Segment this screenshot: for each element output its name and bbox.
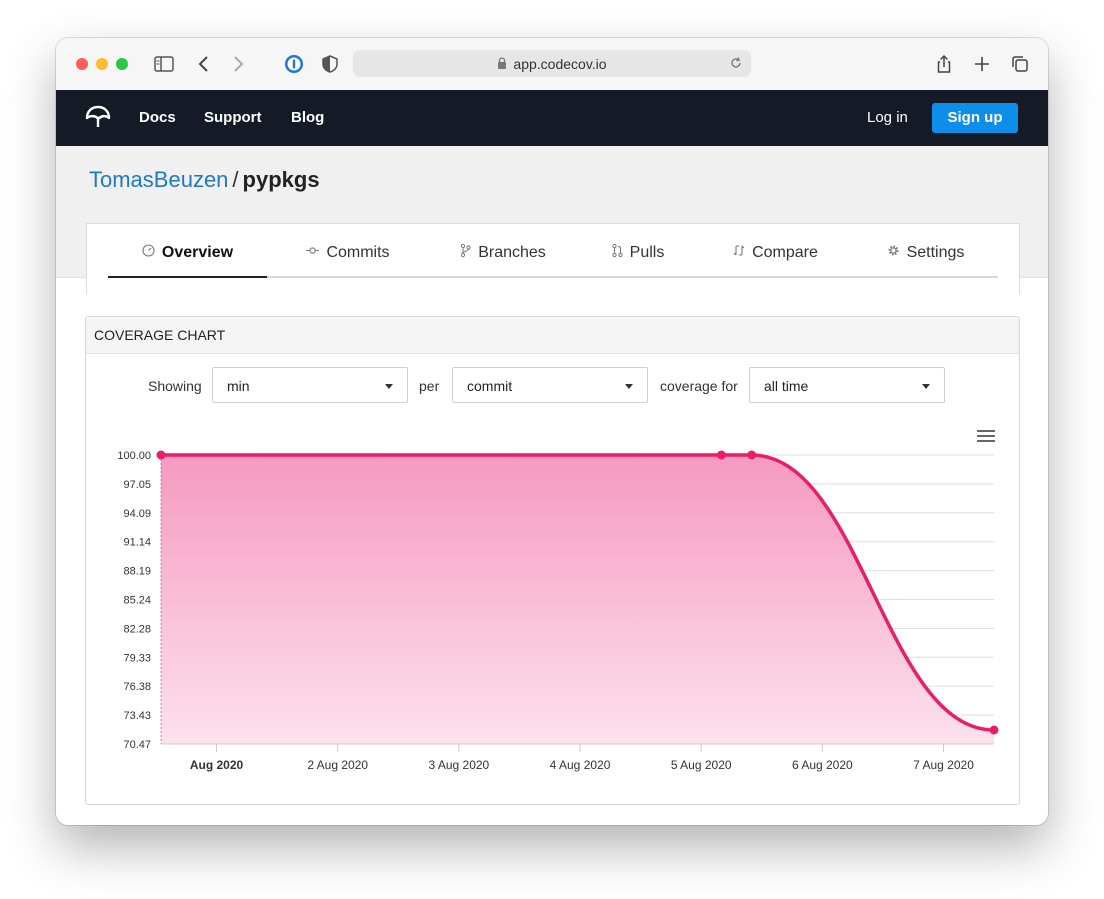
url-text: app.codecov.io bbox=[513, 55, 607, 72]
tab-overview[interactable]: Overview bbox=[108, 224, 267, 278]
password-manager-icon[interactable] bbox=[282, 52, 306, 76]
x-tick-label: Aug 2020 bbox=[190, 758, 244, 772]
tab-compare-label: Compare bbox=[752, 244, 818, 261]
login-link[interactable]: Log in bbox=[867, 109, 908, 126]
coverage-chart: 100.00 97.05 94.09 91.14 88.19 85.24 82.28 79.3… bbox=[117, 450, 999, 772]
minimize-window-button[interactable] bbox=[96, 58, 108, 70]
branch-icon bbox=[460, 224, 471, 282]
data-point bbox=[747, 450, 757, 460]
x-tick-label: 7 Aug 2020 bbox=[913, 758, 974, 772]
signup-button[interactable]: Sign up bbox=[932, 103, 1018, 133]
coverage-area bbox=[161, 455, 994, 744]
tab-pulls-label: Pulls bbox=[629, 244, 665, 261]
owner-link[interactable]: TomasBeuzen bbox=[89, 167, 228, 192]
y-tick-label: 91.14 bbox=[123, 537, 151, 549]
pull-request-icon bbox=[612, 224, 623, 282]
lock-icon bbox=[497, 56, 507, 72]
y-tick-label: 73.43 bbox=[123, 710, 151, 722]
tab-pulls[interactable]: Pulls bbox=[578, 224, 698, 276]
sidebar-toggle-icon[interactable] bbox=[152, 52, 176, 76]
y-tick-label: 85.24 bbox=[123, 595, 151, 607]
tab-commits[interactable]: Commits bbox=[283, 224, 413, 276]
y-tick-label: 82.28 bbox=[123, 623, 151, 635]
tab-branches-label: Branches bbox=[478, 244, 546, 261]
gauge-icon bbox=[142, 224, 155, 282]
y-tick-label: 100.00 bbox=[117, 450, 151, 462]
y-tick-label: 97.05 bbox=[123, 479, 151, 491]
tab-overview-label: Overview bbox=[161, 244, 234, 261]
tab-overview-icon[interactable] bbox=[1008, 52, 1032, 76]
coverage-chart-panel: COVERAGE CHART Showing min per commit co… bbox=[85, 316, 1020, 805]
y-tick-label: 79.33 bbox=[123, 652, 151, 664]
x-tick-label: 4 Aug 2020 bbox=[550, 758, 611, 772]
repo-tabs: Overview Commits Branches Pulls Compare … bbox=[108, 224, 998, 278]
x-tick-label: 5 Aug 2020 bbox=[671, 758, 732, 772]
y-tick-label: 94.09 bbox=[123, 508, 151, 520]
data-point bbox=[156, 450, 166, 460]
data-point bbox=[989, 725, 999, 735]
browser-window: app.codecov.io Docs Support Blog Log in … bbox=[56, 38, 1048, 825]
x-tick-label: 2 Aug 2020 bbox=[307, 758, 368, 772]
zoom-window-button[interactable] bbox=[116, 58, 128, 70]
x-tick-label: 6 Aug 2020 bbox=[792, 758, 853, 772]
tab-settings[interactable]: Settings bbox=[868, 224, 983, 276]
browser-toolbar: app.codecov.io bbox=[56, 38, 1048, 91]
shield-icon[interactable] bbox=[318, 52, 342, 76]
repo-tabs-card: Overview Commits Branches Pulls Compare … bbox=[86, 223, 1020, 294]
y-tick-label: 70.47 bbox=[123, 739, 151, 751]
nav-docs-link[interactable]: Docs bbox=[139, 109, 176, 126]
address-bar[interactable]: app.codecov.io bbox=[353, 50, 751, 77]
reload-icon[interactable] bbox=[729, 56, 743, 73]
data-point bbox=[716, 450, 726, 460]
repo-name: pypkgs bbox=[242, 167, 320, 192]
y-tick-label: 88.19 bbox=[123, 566, 151, 578]
tab-branches[interactable]: Branches bbox=[438, 224, 568, 276]
x-tick-label: 3 Aug 2020 bbox=[428, 758, 489, 772]
breadcrumb-separator: / bbox=[232, 167, 239, 192]
y-tick-label: 76.38 bbox=[123, 681, 151, 693]
nav-support-link[interactable]: Support bbox=[204, 109, 262, 126]
compare-icon bbox=[733, 224, 745, 282]
forward-icon[interactable] bbox=[226, 52, 250, 76]
tab-commits-label: Commits bbox=[326, 244, 390, 261]
codecov-logo-icon[interactable] bbox=[84, 105, 112, 136]
tab-compare[interactable]: Compare bbox=[718, 224, 833, 276]
breadcrumb: TomasBeuzen / pypkgs bbox=[89, 167, 320, 193]
site-navbar: Docs Support Blog Log in Sign up bbox=[56, 90, 1048, 146]
share-icon[interactable] bbox=[932, 52, 956, 76]
gear-icon bbox=[887, 224, 900, 282]
new-tab-icon[interactable] bbox=[970, 52, 994, 76]
tab-settings-label: Settings bbox=[906, 244, 965, 261]
nav-blog-link[interactable]: Blog bbox=[291, 109, 324, 126]
commit-icon bbox=[306, 224, 320, 282]
back-icon[interactable] bbox=[192, 52, 216, 76]
close-window-button[interactable] bbox=[76, 58, 88, 70]
